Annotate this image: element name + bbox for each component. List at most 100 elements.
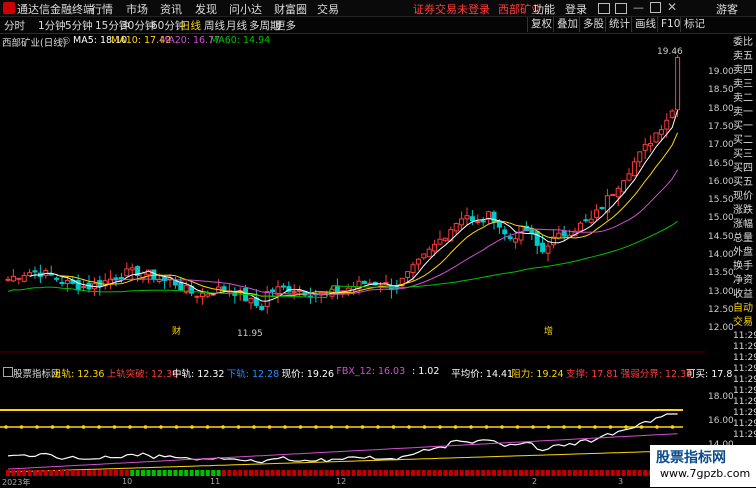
candle-body[interactable] [405, 271, 411, 278]
candle-body[interactable] [437, 238, 443, 245]
multi-stock-button[interactable]: 多股 [579, 17, 607, 32]
indicator-chart[interactable] [0, 366, 705, 479]
menu-item-wealth[interactable]: 财富圈 [274, 1, 307, 17]
candle-body[interactable] [16, 277, 22, 280]
candle-body[interactable] [588, 218, 594, 223]
candle-body[interactable] [410, 264, 416, 274]
candle-body[interactable] [297, 290, 303, 293]
candle-body[interactable] [491, 211, 497, 223]
draw-line-button[interactable]: 画线 [631, 17, 659, 32]
sidebar-label[interactable]: 自动 [733, 302, 756, 315]
candle-body[interactable] [594, 209, 600, 219]
candle-body[interactable] [540, 242, 546, 253]
period-1min[interactable]: 1分钟 [38, 18, 66, 33]
candle-body[interactable] [583, 219, 589, 222]
candle-body[interactable] [426, 248, 432, 258]
candle-body[interactable] [10, 275, 16, 282]
candle-body[interactable] [453, 222, 459, 232]
period-5min[interactable]: 5分钟 [65, 18, 93, 33]
menu-item-discover[interactable]: 发现 [195, 1, 217, 17]
candle-body[interactable] [432, 243, 438, 252]
candle-body[interactable] [151, 269, 157, 280]
period-weekly[interactable]: 周线 [204, 18, 225, 33]
candle-body[interactable] [480, 220, 486, 223]
minimize-icon[interactable]: — [633, 1, 644, 14]
period-more[interactable]: 更多 [275, 18, 296, 33]
candle-body[interactable] [599, 207, 605, 210]
candle-body[interactable] [205, 293, 211, 297]
candle-body[interactable] [5, 278, 11, 281]
period-daily[interactable]: 日线 [180, 18, 201, 33]
candle-body[interactable] [280, 285, 286, 288]
candle-body[interactable] [199, 292, 205, 298]
candle-body[interactable] [27, 272, 33, 277]
candle-body[interactable] [248, 298, 254, 304]
candle-body[interactable] [21, 274, 27, 282]
candle-body[interactable] [64, 279, 70, 285]
candle-body[interactable] [442, 237, 448, 241]
statistics-button[interactable]: 统计 [605, 17, 633, 32]
candle-body[interactable] [675, 56, 681, 111]
candle-body[interactable] [383, 281, 389, 284]
menu-item-news[interactable]: 资讯 [160, 1, 182, 17]
function-button[interactable]: 功能 [533, 1, 555, 17]
candle-body[interactable] [502, 229, 508, 235]
login-warning[interactable]: 证券交易未登录 [413, 1, 490, 17]
candle-body[interactable] [513, 238, 519, 243]
candle-body[interactable] [124, 268, 130, 277]
candle-body[interactable] [653, 132, 659, 143]
candle-body[interactable] [221, 286, 227, 291]
event-marker-increase[interactable]: 增 [544, 325, 553, 337]
candle-body[interactable] [459, 218, 465, 226]
close-icon[interactable]: ✕ [667, 0, 677, 14]
candle-body[interactable] [113, 277, 119, 281]
candle-body[interactable] [194, 295, 200, 298]
candle-body[interactable] [415, 258, 421, 265]
candle-body[interactable] [534, 231, 540, 246]
candle-body[interactable] [631, 161, 637, 177]
candle-body[interactable] [610, 193, 616, 196]
candle-body[interactable] [637, 151, 643, 163]
candle-body[interactable] [475, 221, 481, 224]
candle-body[interactable] [545, 245, 551, 254]
sidebar-label[interactable]: 交易 [733, 316, 756, 329]
event-marker-finance[interactable]: 财 [172, 325, 181, 337]
period-monthly[interactable]: 月线 [226, 18, 247, 33]
candle-body[interactable] [421, 253, 427, 259]
candle-body[interactable] [469, 216, 475, 222]
layout-icon[interactable] [615, 3, 627, 14]
candle-body[interactable] [264, 290, 270, 307]
candle-body[interactable] [658, 129, 664, 135]
candle-body[interactable] [59, 282, 65, 285]
overlay-button[interactable]: 叠加 [553, 17, 581, 32]
candle-body[interactable] [664, 119, 670, 130]
candlestick-chart[interactable]: 19.46 11.95 财 增 [0, 34, 705, 354]
candle-body[interactable] [129, 267, 135, 271]
candle-body[interactable] [291, 290, 297, 294]
candle-body[interactable] [54, 277, 60, 280]
candle-body[interactable] [556, 232, 562, 239]
candle-body[interactable] [507, 236, 513, 239]
candle-body[interactable] [577, 222, 583, 232]
period-intraday[interactable]: 分时 [4, 18, 25, 33]
menu-item-market[interactable]: 市场 [126, 1, 148, 17]
menu-item-quotes[interactable]: 行情 [91, 1, 113, 17]
candle-body[interactable] [32, 270, 38, 273]
menu-item-ask[interactable]: 问小达 [229, 1, 262, 17]
menu-item-trade[interactable]: 交易 [317, 1, 339, 17]
candle-body[interactable] [648, 142, 654, 147]
candle-body[interactable] [621, 180, 627, 193]
candle-body[interactable] [464, 215, 470, 220]
login-button[interactable]: 登录 [565, 1, 587, 17]
maximize-icon[interactable] [650, 2, 661, 13]
candle-body[interactable] [118, 276, 124, 280]
adjust-button[interactable]: 复权 [527, 17, 555, 32]
candle-body[interactable] [259, 306, 265, 311]
candle-body[interactable] [81, 286, 87, 289]
window-icon[interactable] [598, 3, 610, 14]
candle-body[interactable] [642, 143, 648, 151]
mark-button[interactable]: 标记 [680, 17, 708, 32]
candle-body[interactable] [626, 173, 632, 181]
candle-body[interactable] [669, 110, 675, 118]
candle-body[interactable] [361, 280, 367, 285]
